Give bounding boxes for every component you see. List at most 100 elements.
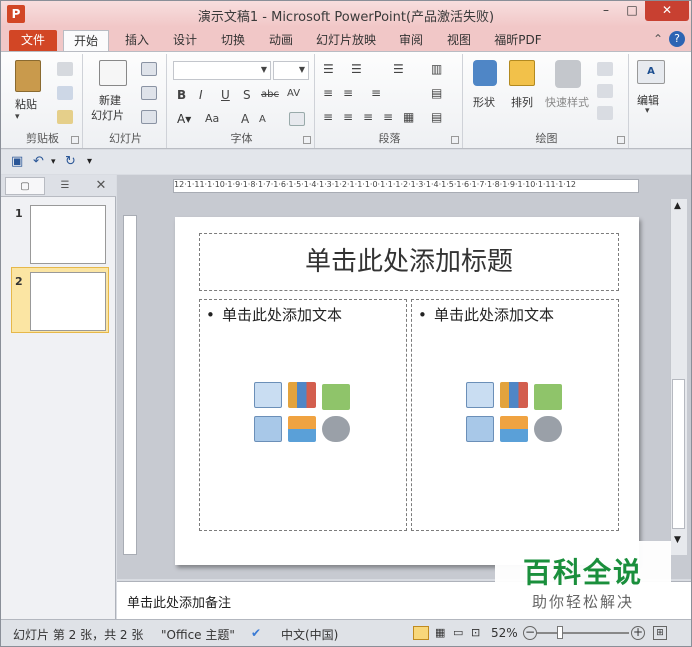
paste-dropdown-icon[interactable]: ▾ <box>15 112 20 122</box>
font-size-combo[interactable]: ▼ <box>273 61 309 80</box>
decrease-indent-icon[interactable]: ≡ <box>323 86 333 100</box>
pane-close-icon[interactable]: ✕ <box>91 177 111 195</box>
insert-picture-icon[interactable] <box>254 416 282 442</box>
section-icon[interactable] <box>141 110 157 124</box>
slideshow-view-icon[interactable]: ⊡ <box>471 626 480 639</box>
quick-styles-icon[interactable] <box>555 60 581 88</box>
undo-dropdown-icon[interactable]: ▾ <box>51 157 56 167</box>
copy-icon[interactable] <box>57 86 73 100</box>
paragraph-launcher[interactable] <box>451 136 459 144</box>
paste-button[interactable]: 粘贴 <box>15 96 37 112</box>
text-direction-icon[interactable]: ≡ <box>371 86 381 100</box>
zoom-level[interactable]: 52% <box>491 626 518 640</box>
shape-fill-icon[interactable] <box>597 62 613 76</box>
zoom-out-button[interactable]: − <box>523 626 537 640</box>
tab-foxit-pdf[interactable]: 福昕PDF <box>487 30 549 51</box>
normal-view-icon[interactable] <box>413 626 429 640</box>
content-placeholder-left[interactable]: • 单击此处添加文本 <box>199 299 407 531</box>
slide-sorter-icon[interactable]: ▦ <box>435 626 445 639</box>
columns-icon[interactable]: ▥ <box>431 62 442 76</box>
scroll-up-icon[interactable]: ▲ <box>674 201 681 211</box>
slide-thumbnail-1[interactable] <box>30 205 106 264</box>
arrange-icon[interactable] <box>509 60 535 86</box>
shape-effects-icon[interactable] <box>597 106 613 120</box>
tab-design[interactable]: 设计 <box>165 30 205 51</box>
distributed-icon[interactable]: ▦ <box>403 110 414 124</box>
insert-picture-icon[interactable] <box>466 416 494 442</box>
ribbon-collapse-icon[interactable]: ⌃ <box>653 32 663 46</box>
new-slide-icon[interactable] <box>99 60 127 86</box>
tab-file[interactable]: 文件 <box>9 30 57 51</box>
theme-status[interactable]: "Office 主题" <box>161 626 235 643</box>
insert-media-icon[interactable] <box>534 416 562 442</box>
slide-thumbnail-2[interactable] <box>30 272 106 331</box>
quick-styles-button[interactable]: 快速样式 <box>545 94 589 110</box>
shapes-button[interactable]: 形状 <box>473 94 495 110</box>
new-slide-label-2[interactable]: 幻灯片 <box>91 107 124 123</box>
insert-chart-icon[interactable] <box>288 382 316 408</box>
scroll-thumb[interactable] <box>672 379 685 529</box>
cut-icon[interactable] <box>57 62 73 76</box>
content-placeholder-right[interactable]: • 单击此处添加文本 <box>411 299 619 531</box>
char-spacing-icon[interactable]: AV <box>287 88 300 99</box>
insert-table-icon[interactable] <box>254 382 282 408</box>
find-icon[interactable]: A <box>637 60 665 84</box>
tab-view[interactable]: 视图 <box>439 30 479 51</box>
tab-slides[interactable]: ▢ <box>5 177 45 195</box>
insert-smartart-icon[interactable] <box>322 384 350 410</box>
underline-button[interactable]: U <box>221 88 230 102</box>
redo-icon[interactable]: ↻ <box>65 154 76 169</box>
smartart-icon[interactable]: ▤ <box>431 110 442 124</box>
insert-table-icon[interactable] <box>466 382 494 408</box>
align-right-icon[interactable]: ≡ <box>363 110 373 124</box>
undo-icon[interactable]: ↶ <box>33 154 44 169</box>
font-launcher[interactable] <box>303 136 311 144</box>
vertical-scrollbar[interactable]: ▲ ▼ <box>670 199 687 555</box>
help-icon[interactable]: ? <box>669 31 685 47</box>
align-text-icon[interactable]: ▤ <box>431 86 442 100</box>
shadow-button[interactable]: S <box>243 88 251 102</box>
zoom-slider-track[interactable] <box>537 632 629 634</box>
grow-font-button[interactable]: A <box>241 112 249 126</box>
shrink-font-button[interactable]: A <box>259 114 266 125</box>
zoom-slider-thumb[interactable] <box>557 626 563 639</box>
minimize-button[interactable]: – <box>593 1 619 21</box>
justify-icon[interactable]: ≡ <box>383 110 393 124</box>
fit-to-window-icon[interactable]: ⊞ <box>653 626 667 640</box>
format-painter-icon[interactable] <box>57 110 73 124</box>
numbering-icon[interactable]: ☰ <box>351 62 362 76</box>
slide-canvas[interactable]: 单击此处添加标题 • 单击此处添加文本 • 单击此处添加文本 <box>175 217 639 565</box>
clear-format-icon[interactable] <box>289 112 305 126</box>
tab-slideshow[interactable]: 幻灯片放映 <box>309 30 383 51</box>
language-status[interactable]: 中文(中国) <box>281 626 338 643</box>
new-slide-label-1[interactable]: 新建 <box>99 92 121 108</box>
change-case-button[interactable]: Aa <box>205 112 219 125</box>
tab-animations[interactable]: 动画 <box>261 30 301 51</box>
tab-outline[interactable]: ☰ <box>47 177 83 195</box>
bullets-icon[interactable]: ☰ <box>323 62 334 76</box>
drawing-launcher[interactable] <box>617 136 625 144</box>
reset-icon[interactable] <box>141 86 157 100</box>
shapes-icon[interactable] <box>473 60 497 86</box>
spellcheck-icon[interactable]: ✔ <box>251 626 261 640</box>
tab-insert[interactable]: 插入 <box>117 30 157 51</box>
italic-button[interactable]: I <box>199 88 203 102</box>
close-button[interactable]: ✕ <box>645 1 689 21</box>
bold-button[interactable]: B <box>177 88 186 102</box>
scroll-down-icon[interactable]: ▼ <box>674 535 681 545</box>
line-spacing-icon[interactable]: ☰ <box>393 62 404 76</box>
shape-outline-icon[interactable] <box>597 84 613 98</box>
font-name-combo[interactable]: ▼ <box>173 61 271 80</box>
arrange-button[interactable]: 排列 <box>511 94 533 110</box>
insert-clipart-icon[interactable] <box>500 416 528 442</box>
tab-review[interactable]: 审阅 <box>391 30 431 51</box>
zoom-in-button[interactable]: + <box>631 626 645 640</box>
reading-view-icon[interactable]: ▭ <box>453 626 463 639</box>
increase-indent-icon[interactable]: ≡ <box>343 86 353 100</box>
insert-smartart-icon[interactable] <box>534 384 562 410</box>
edit-dropdown-icon[interactable]: ▾ <box>645 106 650 116</box>
maximize-button[interactable]: □ <box>619 1 645 21</box>
customize-qat-icon[interactable]: ▾ <box>87 156 92 167</box>
align-center-icon[interactable]: ≡ <box>343 110 353 124</box>
insert-clipart-icon[interactable] <box>288 416 316 442</box>
